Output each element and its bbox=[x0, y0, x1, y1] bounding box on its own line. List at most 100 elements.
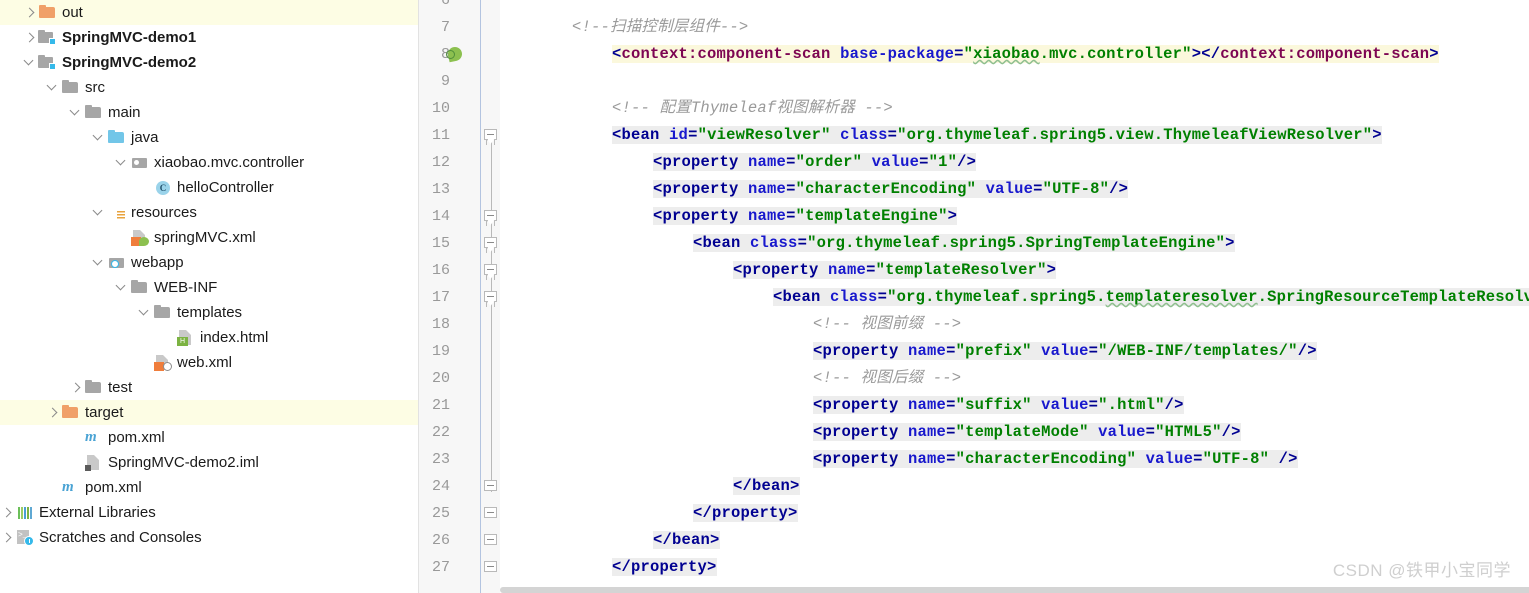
fold-toggle-icon[interactable] bbox=[484, 507, 498, 521]
horizontal-scrollbar[interactable] bbox=[500, 587, 1529, 593]
tree-node-index-html[interactable]: Hindex.html bbox=[0, 325, 419, 350]
code-line-25[interactable]: </property> bbox=[500, 500, 798, 527]
code-line-14[interactable]: <property name="templateEngine"> bbox=[500, 203, 958, 230]
tree-node-label: out bbox=[62, 4, 83, 21]
tree-node-label: src bbox=[85, 79, 105, 96]
chevron-down-icon[interactable] bbox=[92, 200, 107, 225]
tree-node-external-libraries[interactable]: External Libraries bbox=[0, 500, 419, 525]
line-number: 24 bbox=[431, 478, 450, 495]
chevron-down-icon[interactable] bbox=[115, 150, 130, 175]
chevron-right-icon[interactable] bbox=[0, 525, 15, 550]
fold-toggle-icon[interactable] bbox=[484, 129, 498, 145]
tree-node-src[interactable]: src bbox=[0, 75, 419, 100]
chevron-down-icon[interactable] bbox=[23, 50, 38, 75]
chevron-right-icon[interactable] bbox=[0, 500, 15, 525]
code-line-27[interactable]: </property> bbox=[500, 554, 717, 581]
chevron-down-icon[interactable] bbox=[92, 250, 107, 275]
fold-toggle-icon[interactable] bbox=[484, 480, 498, 494]
code-text-area[interactable]: <!--扫描控制层组件--> <context:component-scan ba… bbox=[500, 0, 1529, 593]
project-tool-window[interactable]: out SpringMVC-demo1 SpringMVC-demo2 src main… bbox=[0, 0, 419, 593]
code-token: > bbox=[788, 504, 798, 522]
code-line-23[interactable]: <property name="characterEncoding" value… bbox=[500, 446, 1298, 473]
tree-node-test[interactable]: test bbox=[0, 375, 419, 400]
fold-toggle-icon[interactable] bbox=[484, 237, 498, 253]
code-token: property bbox=[662, 153, 739, 171]
fold-toggle-icon[interactable] bbox=[484, 561, 498, 575]
chevron-right-icon[interactable] bbox=[46, 400, 61, 425]
tree-node-pom-xml[interactable]: m pom.xml bbox=[0, 425, 419, 450]
tree-node-label: templates bbox=[177, 304, 243, 321]
code-line-10[interactable]: <!-- 配置Thymeleaf视图解析器 --> bbox=[500, 95, 893, 122]
code-token bbox=[738, 153, 749, 171]
line-number: 11 bbox=[431, 127, 450, 144]
iml-icon bbox=[84, 454, 103, 471]
code-line-26[interactable]: </bean> bbox=[500, 527, 720, 554]
fold-toggle-icon[interactable] bbox=[484, 291, 498, 307]
code-token bbox=[738, 207, 749, 225]
code-token bbox=[898, 423, 909, 441]
code-token: </ bbox=[612, 558, 632, 576]
tree-node-hellocontroller[interactable]: ChelloController bbox=[0, 175, 419, 200]
spring-bean-gutter-icon[interactable] bbox=[446, 45, 464, 63]
code-line-11[interactable]: <bean id="viewResolver" class="org.thyme… bbox=[500, 122, 1382, 149]
code-token: "suffix" bbox=[955, 396, 1032, 414]
tree-node-pom-xml[interactable]: m pom.xml bbox=[0, 475, 419, 500]
code-token: = bbox=[919, 153, 929, 171]
code-line-13[interactable]: <property name="characterEncoding" value… bbox=[500, 176, 1129, 203]
chevron-right-icon[interactable] bbox=[69, 375, 84, 400]
fold-toggle-icon[interactable] bbox=[484, 534, 498, 548]
tree-node-web-inf[interactable]: WEB-INF bbox=[0, 275, 419, 300]
code-folding-strip[interactable] bbox=[480, 0, 500, 593]
code-line-18[interactable]: <!-- 视图前缀 --> bbox=[500, 311, 961, 338]
chevron-down-icon[interactable] bbox=[138, 300, 153, 325]
chevron-down-icon[interactable] bbox=[46, 75, 61, 100]
code-token: name bbox=[908, 423, 947, 441]
code-line-20[interactable]: <!-- 视图后缀 --> bbox=[500, 365, 961, 392]
folder-gray-icon bbox=[84, 379, 103, 396]
editor-area[interactable]: 6 7 8 9 10 11 12 13 14 15 16 17 18 19 20 21 22 23 24 25 26 27… bbox=[419, 0, 1529, 593]
code-token: .SpringResourceTemplateResolver" bbox=[1257, 288, 1529, 306]
tree-node-springmvc-demo2[interactable]: SpringMVC-demo2 bbox=[0, 50, 419, 75]
chevron-down-icon[interactable] bbox=[69, 100, 84, 125]
tree-node-scratches-and-consoles[interactable]: >_ Scratches and Consoles bbox=[0, 525, 419, 550]
chevron-right-icon[interactable] bbox=[23, 0, 38, 25]
code-line-21[interactable]: <property name="suffix" value=".html"/> bbox=[500, 392, 1184, 419]
tree-node-main[interactable]: main bbox=[0, 100, 419, 125]
chevron-down-icon[interactable] bbox=[92, 125, 107, 150]
tree-node-springmvc-demo2-iml[interactable]: SpringMVC-demo2.iml bbox=[0, 450, 419, 475]
editor-gutter[interactable]: 6 7 8 9 10 11 12 13 14 15 16 17 18 19 20 21 22 23 24 25 26 27 bbox=[419, 0, 480, 593]
code-token: > bbox=[1046, 261, 1057, 279]
code-token: < bbox=[612, 45, 622, 63]
code-line-16[interactable]: <property name="templateResolver"> bbox=[500, 257, 1057, 284]
tree-node-web-xml[interactable]: web.xml bbox=[0, 350, 419, 375]
code-line-8[interactable]: <context:component-scan base-package="xi… bbox=[500, 41, 1439, 68]
code-token: base-package bbox=[840, 45, 955, 63]
tree-node-out[interactable]: out bbox=[0, 0, 419, 25]
line-number: 23 bbox=[431, 451, 450, 468]
code-token: = bbox=[786, 180, 796, 198]
tree-node-templates[interactable]: templates bbox=[0, 300, 419, 325]
code-line-24[interactable]: </bean> bbox=[500, 473, 800, 500]
chevron-right-icon[interactable] bbox=[23, 25, 38, 50]
code-token bbox=[898, 396, 909, 414]
code-line-12[interactable]: <property name="order" value="1"/> bbox=[500, 149, 977, 176]
tree-node-target[interactable]: target bbox=[0, 400, 419, 425]
code-token: value bbox=[1041, 342, 1089, 360]
code-token: name bbox=[748, 180, 787, 198]
tree-node-springmvc-xml[interactable]: springMVC.xml bbox=[0, 225, 419, 250]
chevron-down-icon[interactable] bbox=[115, 275, 130, 300]
code-line-22[interactable]: <property name="templateMode" value="HTM… bbox=[500, 419, 1241, 446]
tree-node-java[interactable]: java bbox=[0, 125, 419, 150]
code-line-7[interactable]: <!--扫描控制层组件--> bbox=[500, 14, 748, 41]
tree-node-resources[interactable]: resources bbox=[0, 200, 419, 225]
code-line-15[interactable]: <bean class="org.thymeleaf.spring5.Sprin… bbox=[500, 230, 1235, 257]
tree-node-webapp[interactable]: webapp bbox=[0, 250, 419, 275]
fold-toggle-icon[interactable] bbox=[484, 210, 498, 226]
code-line-19[interactable]: <property name="prefix" value="/WEB-INF/… bbox=[500, 338, 1317, 365]
tree-node-xiaobao-mvc-controller[interactable]: xiaobao.mvc.controller bbox=[0, 150, 419, 175]
fold-toggle-icon[interactable] bbox=[484, 264, 498, 280]
code-token: /> bbox=[1269, 450, 1298, 468]
tree-node-springmvc-demo1[interactable]: SpringMVC-demo1 bbox=[0, 25, 419, 50]
code-token: > bbox=[1191, 45, 1202, 63]
code-line-17[interactable]: <bean class="org.thymeleaf.spring5.templ… bbox=[500, 284, 1529, 311]
